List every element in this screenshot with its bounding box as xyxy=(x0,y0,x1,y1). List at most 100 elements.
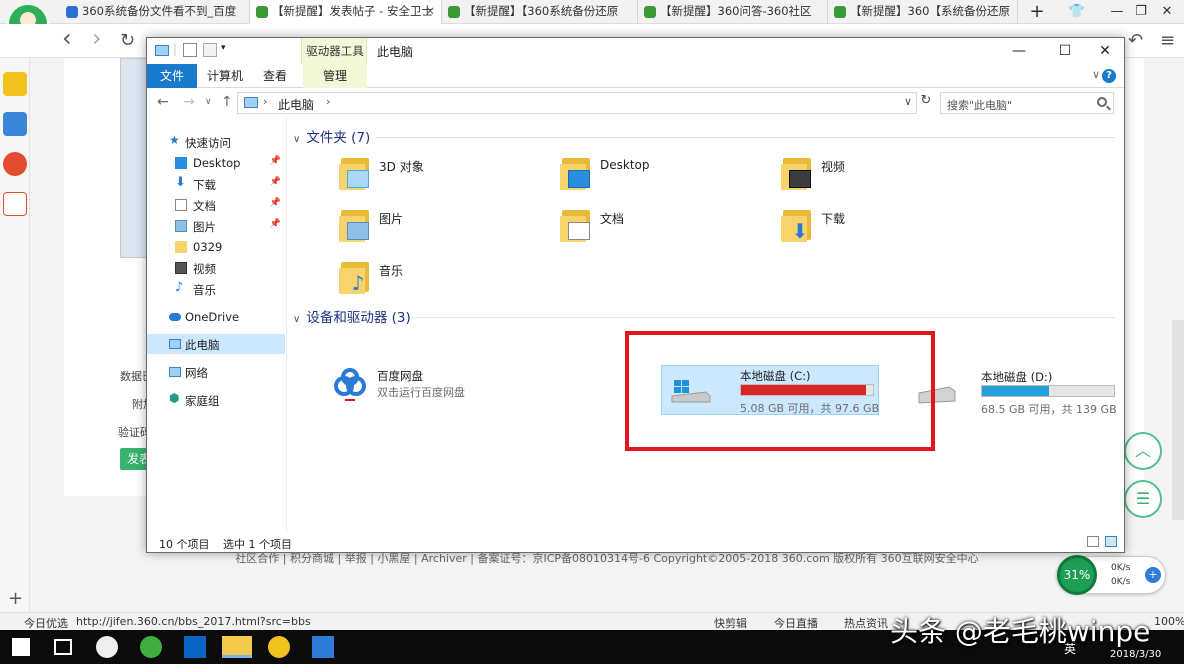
videos-folder-icon xyxy=(781,156,813,192)
task-view-icon[interactable] xyxy=(54,639,72,655)
daily-picks-label[interactable]: 今日优选 xyxy=(24,615,68,631)
pin-icon[interactable]: 📌 xyxy=(270,177,281,187)
devices-group-header[interactable]: ∨ 设备和驱动器 (3) xyxy=(293,306,411,326)
browser-tab-5[interactable]: 【新提醒】360【系统备份还原 xyxy=(828,0,1018,24)
nav-up-icon[interactable]: ↑ xyxy=(221,94,233,110)
scroll-top-icon[interactable]: ︿ xyxy=(1124,432,1162,470)
folder-documents[interactable]: 文档 xyxy=(560,208,770,254)
app-refresh-icon[interactable] xyxy=(312,636,334,658)
memory-percent: 31% xyxy=(1057,555,1097,595)
properties-icon[interactable] xyxy=(183,43,197,57)
nav-item-videos[interactable]: 视频 xyxy=(147,258,285,278)
drive-d-usage-fill xyxy=(982,386,1049,396)
back-button[interactable]: ‹ xyxy=(62,24,72,52)
nav-item-documents[interactable]: 文档 📌 xyxy=(147,195,285,215)
start-windows-icon[interactable] xyxy=(12,638,30,656)
breadcrumb-this-pc[interactable]: 此电脑 xyxy=(278,96,314,113)
folder-label: 文档 xyxy=(600,212,625,226)
nav-item-pictures[interactable]: 图片 📌 xyxy=(147,216,285,236)
undo-close-tab-icon[interactable]: ↶ xyxy=(1128,30,1143,51)
explorer-close-button[interactable]: ✕ xyxy=(1085,38,1125,64)
refresh-button[interactable]: ↻ xyxy=(120,30,135,51)
tab-close-icon[interactable]: ✕ xyxy=(425,0,435,22)
fan-app-icon[interactable] xyxy=(96,636,118,658)
speed-boost-icon[interactable]: + xyxy=(1145,567,1161,583)
address-dropdown-icon[interactable]: ∨ xyxy=(904,95,912,108)
folders-group-header[interactable]: ∨ 文件夹 (7) xyxy=(293,126,370,146)
nav-item-0329[interactable]: 0329 xyxy=(147,237,285,257)
nav-item-network[interactable]: 网络 xyxy=(147,362,285,382)
folder-pictures[interactable]: 图片 xyxy=(339,208,549,254)
360-safe-icon[interactable] xyxy=(268,636,290,658)
browser-tab-1[interactable]: 360系统备份文件看不到_百度 xyxy=(60,0,250,24)
tiles-view-icon[interactable] xyxy=(1105,536,1117,547)
browser-skin-icon[interactable]: 👕 xyxy=(1060,0,1094,24)
outlook-icon[interactable] xyxy=(184,636,206,658)
browser-tab-2[interactable]: 【新提醒】发表帖子 - 安全卫士 ✕ xyxy=(250,0,442,24)
explorer-minimize-button[interactable]: — xyxy=(999,38,1039,64)
pin-icon[interactable]: 📌 xyxy=(270,219,281,229)
browser-tab-4[interactable]: 【新提醒】360问答-360社区 xyxy=(638,0,828,24)
taskbar-clock-date[interactable]: 2018/3/30 xyxy=(1110,649,1161,660)
folders-group-label: 文件夹 (7) xyxy=(306,130,371,146)
weibo-icon[interactable] xyxy=(3,152,27,176)
breadcrumb-separator[interactable]: › xyxy=(326,95,330,108)
address-bar[interactable]: › 此电脑 › ∨ xyxy=(237,92,917,114)
help-icon[interactable]: ? xyxy=(1102,69,1116,83)
tab-manage[interactable]: 管理 xyxy=(303,64,367,88)
tab-view[interactable]: 查看 xyxy=(255,64,295,88)
quick-cut-label[interactable]: 快剪辑 xyxy=(714,615,747,631)
mail-icon[interactable] xyxy=(3,192,27,216)
zoom-level[interactable]: 100% xyxy=(1154,615,1184,628)
refresh-icon[interactable]: ↻ xyxy=(919,94,933,108)
tab-file[interactable]: 文件 xyxy=(147,64,197,88)
forward-button[interactable]: › xyxy=(92,24,102,52)
breadcrumb-separator[interactable]: › xyxy=(263,95,267,108)
hot-news-label[interactable]: 热点资讯 xyxy=(844,615,888,631)
nav-item-this-pc[interactable]: 此电脑 xyxy=(147,334,285,354)
sidebar-add-icon[interactable]: + xyxy=(8,588,23,609)
qat-dropdown-icon[interactable]: ▾ xyxy=(221,43,226,53)
ribbon-expand-icon[interactable]: ∨ xyxy=(1092,68,1100,81)
folder-videos[interactable]: 视频 xyxy=(781,156,991,202)
3d-objects-folder-icon xyxy=(339,156,371,192)
tab-computer[interactable]: 计算机 xyxy=(201,64,249,88)
baidu-netdisk-item[interactable]: 百度网盘 双击运行百度网盘 xyxy=(331,366,531,412)
browser-tab-3[interactable]: 【新提醒】【360系统备份还原 xyxy=(442,0,638,24)
network-speed-widget[interactable]: 31% 0K/s 0K/s + xyxy=(1056,555,1166,595)
folder-downloads[interactable]: ⬇ 下载 xyxy=(781,208,991,254)
search-input[interactable]: 搜索"此电脑" xyxy=(940,92,1114,114)
folder-3d-objects[interactable]: 3D 对象 xyxy=(339,156,549,202)
search-icon[interactable] xyxy=(1097,97,1107,107)
collapse-chevron-icon[interactable]: ∨ xyxy=(293,134,300,145)
browser-menu-icon[interactable]: ≡ xyxy=(1160,30,1175,51)
pin-icon[interactable]: 📌 xyxy=(270,156,281,166)
details-view-icon[interactable] xyxy=(1087,536,1099,547)
feedback-icon[interactable]: ☰ xyxy=(1124,480,1162,518)
page-scrollbar[interactable] xyxy=(1172,320,1184,520)
nav-forward-icon[interactable]: → xyxy=(183,94,195,110)
recent-locations-icon[interactable]: ∨ xyxy=(205,97,212,107)
drive-d[interactable]: 本地磁盘 (D:) 68.5 GB 可用，共 139 GB xyxy=(913,367,1131,417)
browser-close-button[interactable]: ✕ xyxy=(1150,0,1184,24)
nav-item-music[interactable]: ♪ 音乐 xyxy=(147,279,285,299)
file-explorer-icon[interactable] xyxy=(222,636,252,658)
collapse-chevron-icon[interactable]: ∨ xyxy=(293,314,300,325)
new-folder-icon[interactable] xyxy=(203,43,217,57)
folder-desktop[interactable]: Desktop xyxy=(560,156,770,202)
nav-item-downloads[interactable]: ⬇ 下载 📌 xyxy=(147,174,285,194)
pin-icon[interactable]: 📌 xyxy=(270,198,281,208)
nav-item-onedrive[interactable]: OneDrive xyxy=(147,307,285,327)
nav-item-homegroup[interactable]: ⬢ 家庭组 xyxy=(147,390,285,410)
reading-list-icon[interactable] xyxy=(3,112,27,136)
folder-music[interactable]: ♪ 音乐 xyxy=(339,260,549,306)
live-label[interactable]: 今日直播 xyxy=(774,615,818,631)
nav-item-label: 文档 xyxy=(193,199,216,213)
nav-back-icon[interactable]: ← xyxy=(157,94,169,110)
nav-item-quick-access[interactable]: ★ 快速访问 xyxy=(147,132,285,152)
nav-item-desktop[interactable]: Desktop 📌 xyxy=(147,153,285,173)
new-tab-button[interactable]: + xyxy=(1020,0,1054,24)
360-browser-icon[interactable] xyxy=(140,636,162,658)
explorer-maximize-button[interactable]: ☐ xyxy=(1045,38,1085,64)
favorites-star-icon[interactable] xyxy=(3,72,27,96)
